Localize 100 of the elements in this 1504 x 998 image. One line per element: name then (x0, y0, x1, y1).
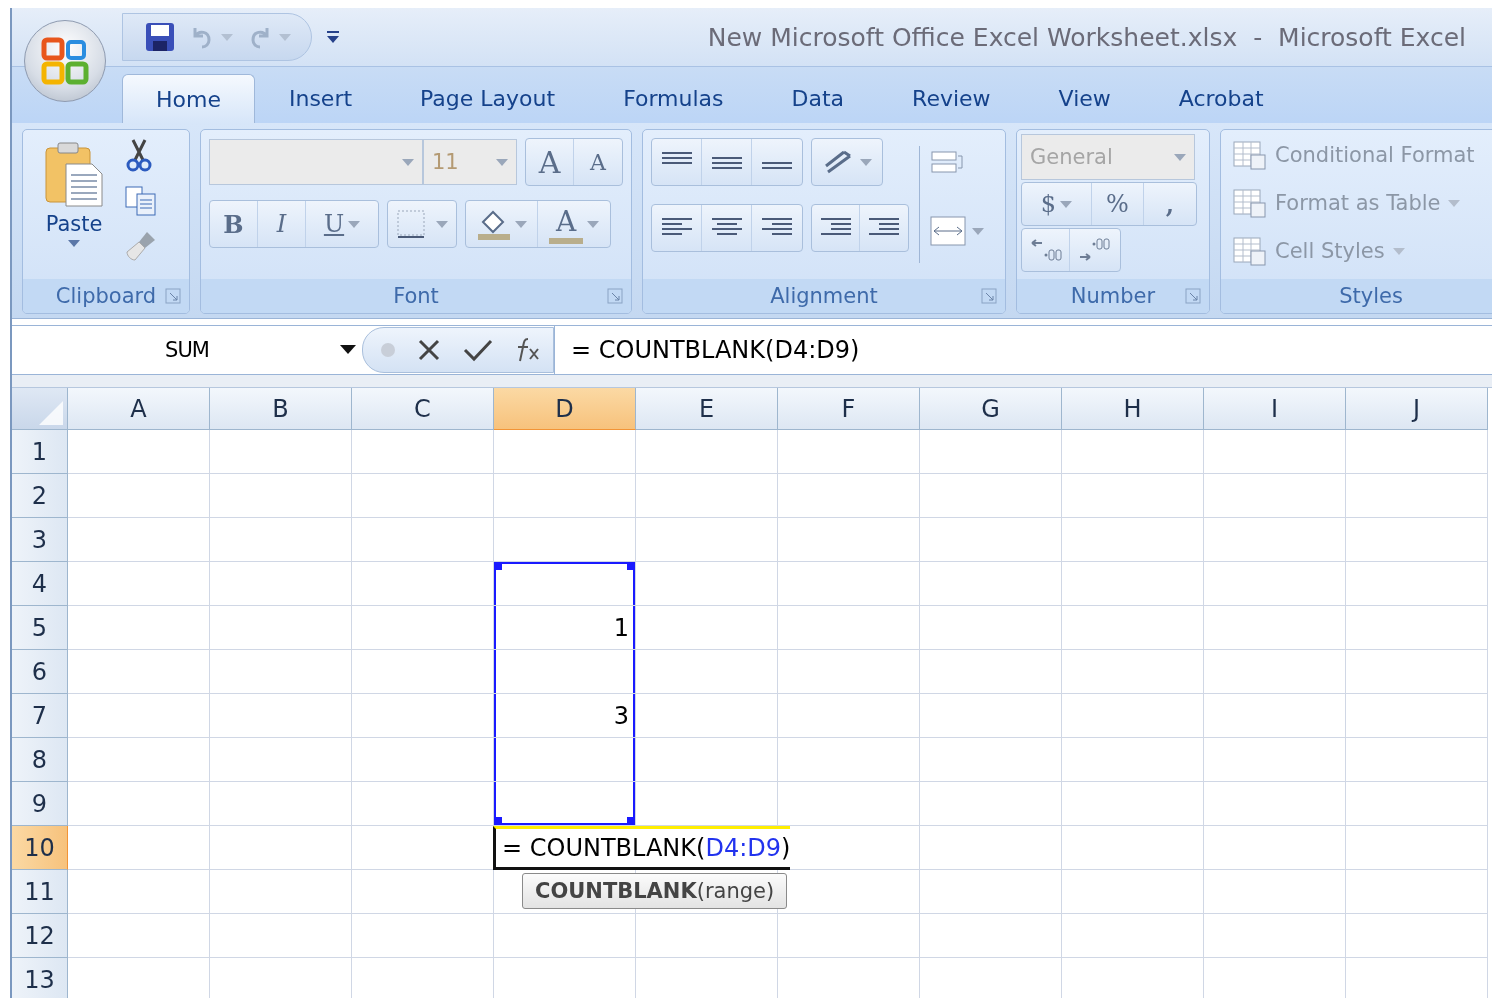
comma-button[interactable]: , (1144, 183, 1196, 225)
column-header[interactable]: E (636, 388, 778, 430)
table-style-icon (1233, 235, 1267, 267)
caret-icon (860, 158, 872, 166)
row-header[interactable]: 13 (12, 958, 68, 998)
caret-icon (496, 158, 508, 166)
caret-icon (221, 33, 233, 41)
italic-button[interactable]: I (258, 201, 306, 247)
borders-icon (396, 209, 426, 239)
select-all-button[interactable] (12, 388, 68, 430)
table-style-icon (1233, 139, 1267, 171)
font-color-button[interactable]: A (538, 201, 610, 247)
merge-cells-icon[interactable] (930, 216, 966, 246)
grow-font-button[interactable]: A (526, 139, 574, 185)
row-header[interactable]: 4 (12, 562, 68, 606)
clipboard-icon (44, 142, 104, 208)
currency-button[interactable]: $ (1022, 183, 1092, 225)
table-cell[interactable] (494, 562, 636, 606)
ribbon-tab[interactable]: Data (757, 73, 879, 123)
cancel-icon[interactable] (417, 338, 442, 362)
column-header[interactable]: I (1204, 388, 1346, 430)
row-header[interactable]: 12 (12, 914, 68, 958)
caret-icon (279, 33, 291, 41)
window-title: New Microsoft Office Excel Worksheet.xlsx - Microsoft Excel (707, 22, 1467, 52)
caret-icon (436, 220, 448, 228)
row-header[interactable]: 7 (12, 694, 68, 738)
group-label: Font (393, 284, 439, 308)
group-label: Number (1070, 284, 1156, 308)
color-swatch-icon (549, 237, 583, 244)
row-header[interactable]: 5 (12, 606, 68, 650)
ribbon-tab[interactable]: Review (878, 73, 1025, 123)
row-header[interactable]: 8 (12, 738, 68, 782)
save-icon[interactable] (145, 22, 175, 52)
office-logo-icon (40, 36, 90, 86)
table-style-icon (1233, 187, 1267, 219)
function-tooltip: COUNTBLANK(range) (522, 873, 788, 909)
orientation-button[interactable] (811, 138, 883, 186)
caret-icon (1060, 200, 1073, 208)
percent-button[interactable]: % (1092, 183, 1144, 225)
column-header[interactable]: C (352, 388, 494, 430)
caret-icon[interactable] (340, 345, 356, 354)
grip-icon (379, 342, 396, 358)
column-header[interactable]: J (1346, 388, 1488, 430)
cell-value: 3 (613, 701, 629, 730)
dialog-launcher-icon[interactable] (981, 288, 997, 304)
ribbon-tab[interactable]: Page Layout (386, 73, 590, 123)
font-name-field[interactable] (209, 139, 423, 185)
bold-button[interactable]: B (210, 201, 258, 247)
name-box[interactable]: SUM (12, 326, 362, 374)
scissors-icon[interactable] (125, 138, 153, 172)
caret-icon (402, 158, 414, 166)
customize-menu-icon[interactable] (326, 29, 340, 45)
caret-icon (1174, 153, 1186, 161)
row-header[interactable]: 6 (12, 650, 68, 694)
group-label: Alignment (770, 284, 878, 308)
column-header[interactable]: B (210, 388, 352, 430)
paint-bucket-icon (476, 208, 511, 240)
row-header[interactable]: 9 (12, 782, 68, 826)
table-cell[interactable]: 3 (494, 694, 636, 738)
ribbon-tab[interactable]: View (1024, 73, 1145, 123)
shrink-font-button[interactable]: A (574, 139, 622, 185)
brush-icon[interactable] (125, 230, 157, 262)
borders-button[interactable] (387, 200, 457, 248)
dialog-launcher-icon[interactable] (607, 288, 623, 304)
copy-icon[interactable] (125, 186, 157, 216)
column-header[interactable]: D (494, 388, 636, 430)
group-label: Styles (1339, 284, 1403, 308)
caret-icon (68, 240, 80, 247)
ribbon-tab[interactable]: Acrobat (1144, 73, 1298, 123)
table-cell[interactable]: 1 (494, 606, 636, 650)
dialog-launcher-icon[interactable] (1185, 288, 1201, 304)
table-cell[interactable] (494, 738, 636, 782)
ribbon-tab[interactable]: Home (122, 74, 255, 123)
row-header[interactable]: 11 (12, 870, 68, 914)
underline-button[interactable]: U (306, 201, 378, 247)
corner-triangle-icon (39, 401, 63, 425)
column-header[interactable]: A (68, 388, 210, 430)
check-icon[interactable] (462, 338, 493, 362)
caret-icon (514, 220, 527, 228)
caret-icon (972, 227, 984, 235)
table-cell[interactable] (494, 650, 636, 694)
column-header[interactable]: H (1062, 388, 1204, 430)
caret-icon (1392, 247, 1405, 255)
caret-icon (587, 220, 599, 228)
row-header[interactable]: 10 (12, 826, 68, 870)
caret-icon (348, 220, 361, 228)
caret-icon (1448, 199, 1461, 207)
row-header[interactable]: 3 (12, 518, 68, 562)
row-header[interactable]: 2 (12, 474, 68, 518)
dialog-launcher-icon[interactable] (165, 288, 181, 304)
editing-cell[interactable]: = COUNTBLANK(D4:D9) (493, 826, 791, 870)
group-label: Clipboard (55, 284, 157, 308)
paste-button[interactable]: Paste (31, 138, 117, 271)
column-header[interactable]: G (920, 388, 1062, 430)
formula-field[interactable]: = COUNTBLANK(D4:D9) (554, 326, 1492, 374)
ribbon-tab[interactable]: Insert (254, 73, 387, 123)
row-header[interactable]: 1 (12, 430, 68, 474)
column-header[interactable]: F (778, 388, 920, 430)
cell-value: 1 (613, 613, 629, 642)
ribbon-tab[interactable]: Formulas (589, 73, 758, 123)
